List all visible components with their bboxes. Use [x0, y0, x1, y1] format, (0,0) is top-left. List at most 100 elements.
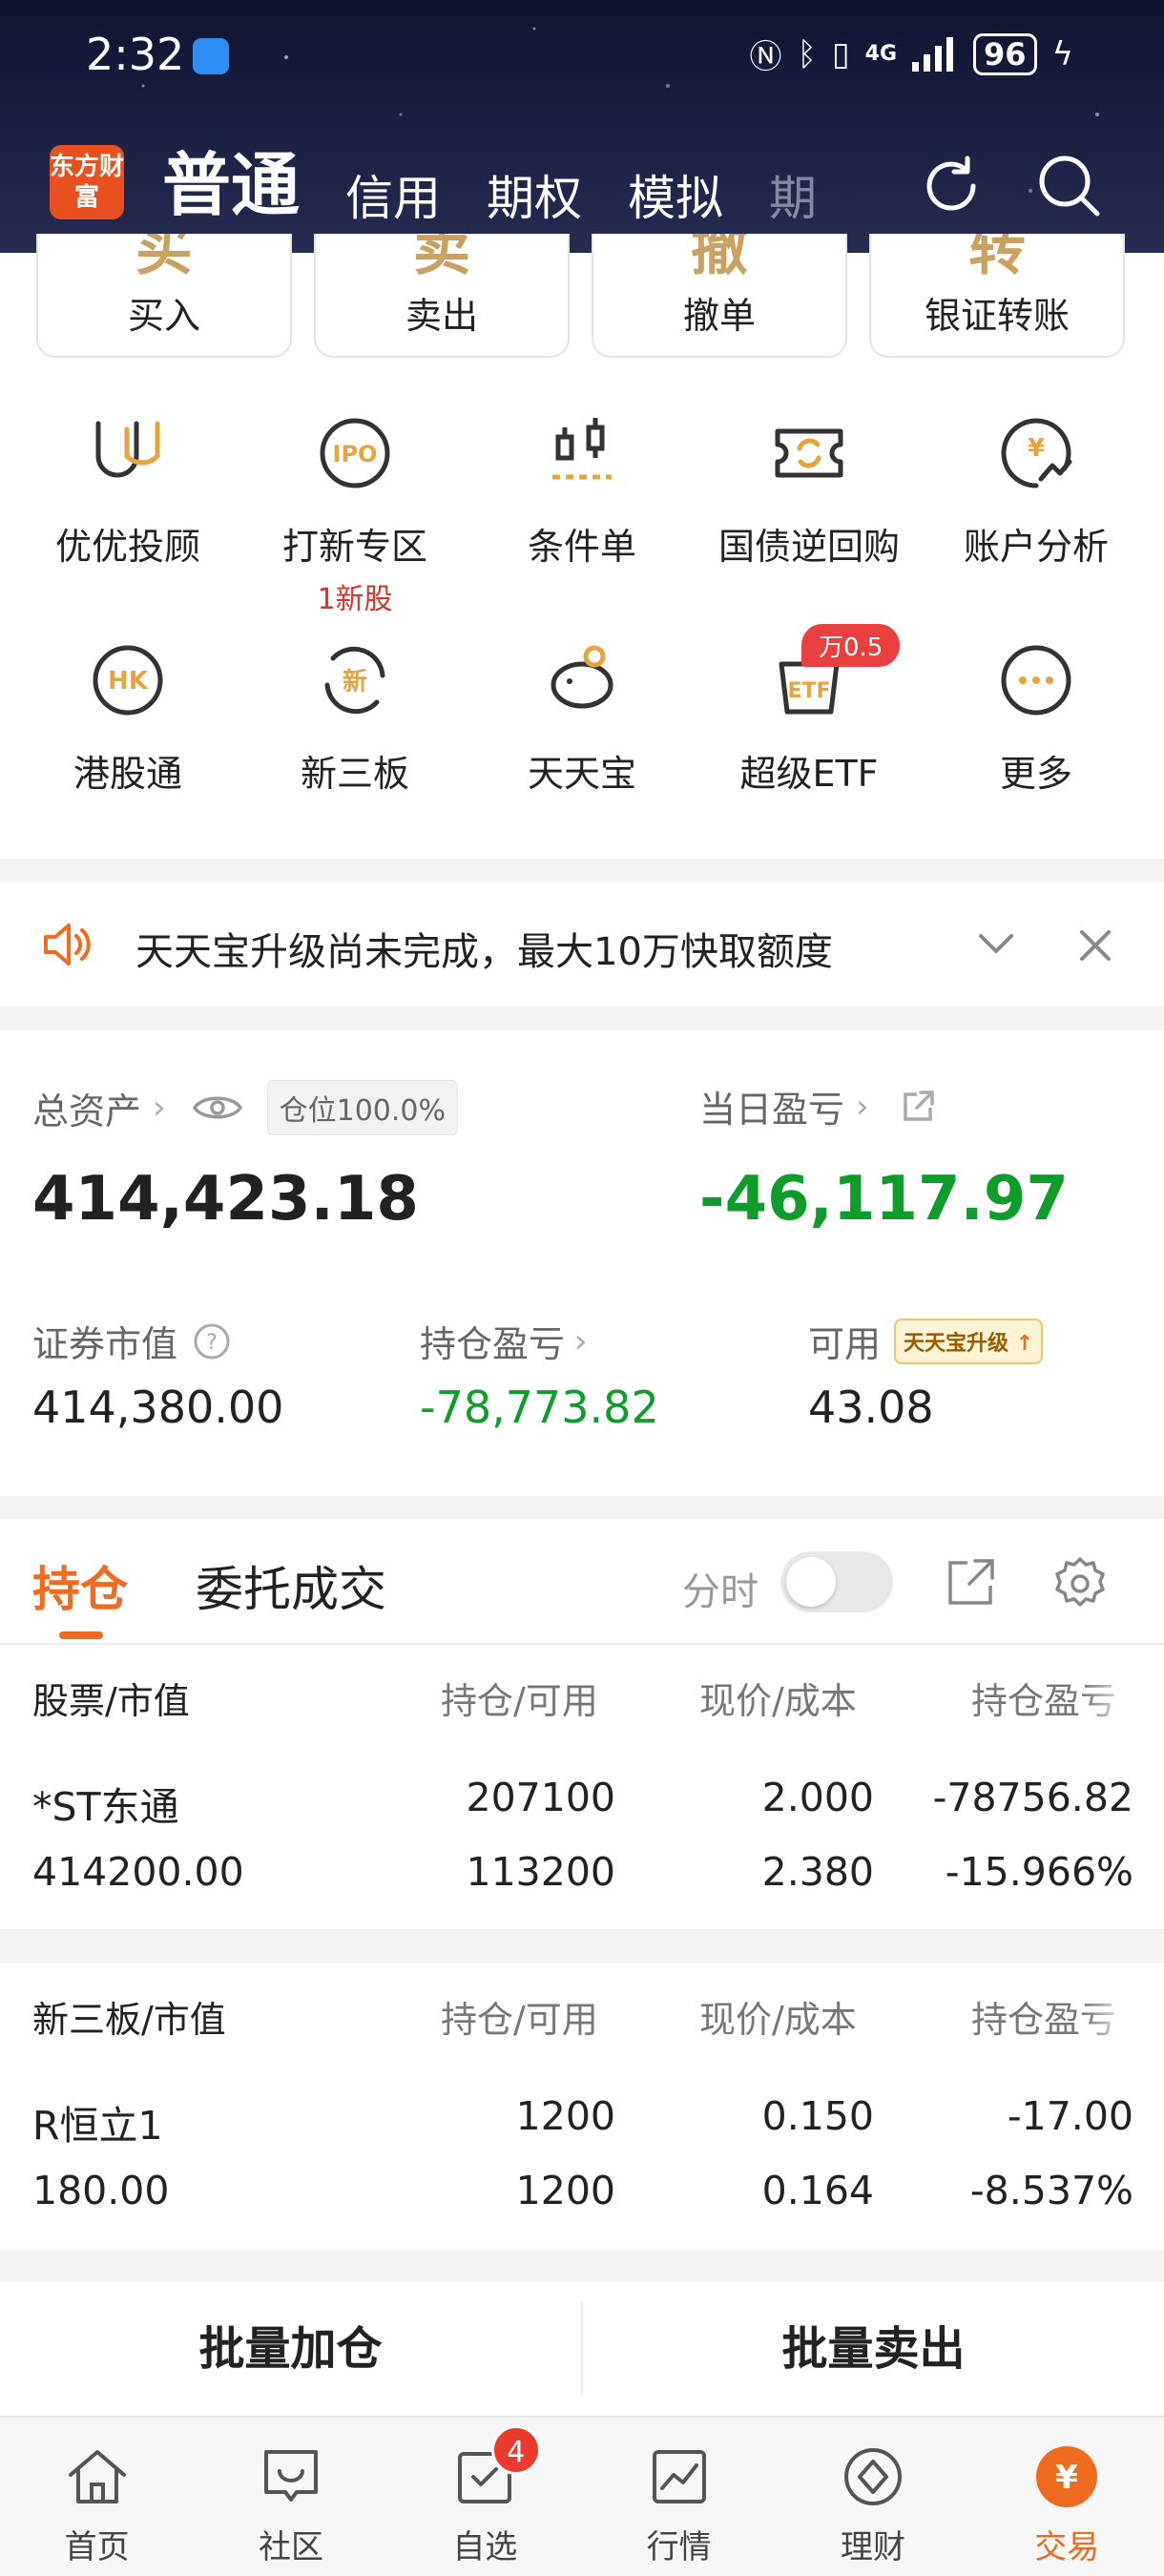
grid-item-account-analysis[interactable]: ¥ 账户分析: [922, 410, 1151, 570]
sell-button[interactable]: 卖 卖出: [314, 234, 570, 358]
grid-label: 超级ETF: [739, 753, 879, 795]
available-label: 可用: [808, 1323, 882, 1365]
stock-name: *ST东通: [32, 1784, 179, 1830]
buy-button[interactable]: 买 买入: [36, 234, 292, 358]
piggy-bank-icon: [551, 645, 613, 709]
tab-credit[interactable]: 信用: [345, 160, 441, 229]
stock-hold: 1200: [515, 2093, 615, 2139]
vibrate-icon: ▯: [831, 34, 850, 73]
nav-market[interactable]: 行情: [582, 2418, 776, 2576]
notification-app-icon: [193, 38, 229, 74]
col-hold-available: 持仓/可用: [441, 1999, 598, 2041]
col-hold-available: 持仓/可用: [441, 1680, 598, 1722]
grid-label: 更多: [999, 753, 1072, 795]
status-bar: 2:32 Ⓝ ᛒ ▯ 4G 96 ϟ: [0, 0, 1164, 114]
nfc-icon: Ⓝ: [749, 38, 782, 76]
hk-icon: HK: [93, 645, 163, 716]
ipo-icon-text: IPO: [333, 441, 378, 467]
neeq-icon-text: 新: [343, 667, 367, 696]
chevron-right-icon: ›: [153, 1089, 166, 1127]
refresh-icon[interactable]: [916, 151, 987, 221]
grid-item-more[interactable]: 更多: [922, 637, 1151, 797]
external-link-icon[interactable]: [945, 1557, 996, 1609]
yuan-icon-text: ¥: [1028, 434, 1045, 463]
grid-item-ipo[interactable]: IPO 打新专区 1新股: [240, 410, 469, 617]
col-price-cost: 现价/成本: [699, 1999, 857, 2041]
hk-icon-text: HK: [108, 667, 149, 696]
notice-text: 天天宝升级尚未完成，最大10万快取额度: [135, 930, 833, 974]
etf-fee-badge: 万0.5: [801, 624, 901, 667]
grid-label: 打新专区: [281, 526, 427, 568]
gear-icon[interactable]: [1051, 1555, 1109, 1612]
upgrade-tag[interactable]: 天天宝升级 ↑: [894, 1318, 1044, 1364]
daily-pl-value: -46,117.97: [699, 1164, 1069, 1235]
status-time: 2:32: [86, 29, 185, 80]
market-value-header: 证券市值 ?: [32, 1315, 231, 1367]
holding-pl-header[interactable]: 持仓盈亏 ›: [420, 1315, 588, 1367]
share-icon[interactable]: [900, 1089, 936, 1125]
nav-trade[interactable]: ¥ 交易: [970, 2418, 1164, 2576]
stock-name: R恒立1: [32, 2103, 163, 2149]
market-value-label: 证券市值: [32, 1323, 178, 1365]
app-header: 2:32 Ⓝ ᛒ ▯ 4G 96 ϟ 东方财富 普通 信用 期权 模拟 期: [0, 0, 1164, 253]
grid-item-hk-connect[interactable]: HK 港股通: [13, 637, 242, 797]
col-holding-pl: 持仓盈亏: [971, 1680, 1117, 1722]
tab-simulation[interactable]: 模拟: [628, 160, 723, 229]
tab-futures[interactable]: 期: [769, 160, 817, 229]
batch-add-button[interactable]: 批量加仓: [0, 2282, 581, 2416]
nav-wealth[interactable]: 理财: [776, 2418, 969, 2576]
tab-holdings[interactable]: 持仓: [32, 1551, 128, 1620]
notice-bar[interactable]: 天天宝升级尚未完成，最大10万快取额度: [0, 883, 1164, 1007]
batch-sell-button[interactable]: 批量卖出: [583, 2282, 1164, 2416]
intraday-toggle[interactable]: [780, 1551, 893, 1612]
battery-indicator: 96: [973, 32, 1037, 75]
nav-label: 交易: [1034, 2528, 1100, 2566]
col-holding-pl: 持仓盈亏: [971, 1999, 1117, 2041]
ipo-icon: IPO: [320, 418, 390, 488]
col-stock-value-text: 股票/市值: [32, 1680, 190, 1722]
grid-label: 新三板: [300, 753, 409, 795]
eye-icon[interactable]: [192, 1091, 242, 1124]
grid-label: 优优投顾: [54, 526, 200, 568]
help-icon[interactable]: ?: [193, 1322, 231, 1361]
signal-icon: [912, 36, 954, 72]
search-icon[interactable]: [1034, 151, 1105, 221]
tab-indicator: [59, 1631, 103, 1639]
brand-logo[interactable]: 东方财富: [50, 145, 124, 219]
close-icon[interactable]: [1078, 928, 1112, 963]
nav-community[interactable]: 社区: [194, 2418, 387, 2576]
col-stock-value: 股票/市值: [32, 1672, 190, 1724]
chevron-down-icon[interactable]: [977, 932, 1015, 957]
bank-transfer-button[interactable]: 转 银证转账: [869, 234, 1125, 358]
chevron-right-icon: ›: [856, 1087, 869, 1126]
holding-pl-label: 持仓盈亏: [420, 1323, 566, 1365]
grid-item-reverse-repo[interactable]: 国债逆回购: [695, 410, 924, 570]
neeq-icon: 新: [324, 646, 385, 715]
col-neeq-value-text: 新三板/市值: [32, 1999, 226, 2041]
tab-orders[interactable]: 委托成交: [196, 1551, 386, 1620]
nav-home[interactable]: 首页: [0, 2418, 194, 2576]
etf-icon-text: ETF: [787, 679, 830, 703]
intraday-label: 分时: [682, 1570, 759, 1614]
holding-pl-value: -78,773.82: [420, 1381, 659, 1433]
grid-label: 条件单: [527, 526, 636, 568]
tab-normal[interactable]: 普通: [162, 129, 300, 229]
grid-item-neeq[interactable]: 新 新三板: [240, 637, 469, 797]
market-value: 414,380.00: [32, 1381, 284, 1433]
grid-item-advisor[interactable]: 优优投顾: [13, 410, 242, 570]
stock-pl-pct: -8.537%: [969, 2168, 1133, 2213]
total-assets-header[interactable]: 总资产 › 仓位100.0%: [32, 1080, 459, 1135]
nav-watchlist[interactable]: 4 自选: [388, 2418, 582, 2576]
transfer-label: 银证转账: [924, 295, 1070, 337]
stock-available: 1200: [515, 2168, 615, 2213]
bluetooth-icon: ᛒ: [797, 34, 817, 73]
stock-available: 113200: [466, 1849, 615, 1895]
stock-hold: 207100: [466, 1775, 615, 1820]
tab-options[interactable]: 期权: [487, 160, 582, 229]
stock-market-value: 414200.00: [32, 1849, 244, 1895]
daily-pl-header[interactable]: 当日盈亏 ›: [699, 1080, 936, 1132]
grid-item-tiantianbao[interactable]: 天天宝: [468, 637, 696, 797]
speaker-icon: [44, 924, 91, 966]
cancel-order-button[interactable]: 撤 撤单: [592, 234, 847, 358]
grid-item-conditional-order[interactable]: 条件单: [468, 410, 696, 570]
